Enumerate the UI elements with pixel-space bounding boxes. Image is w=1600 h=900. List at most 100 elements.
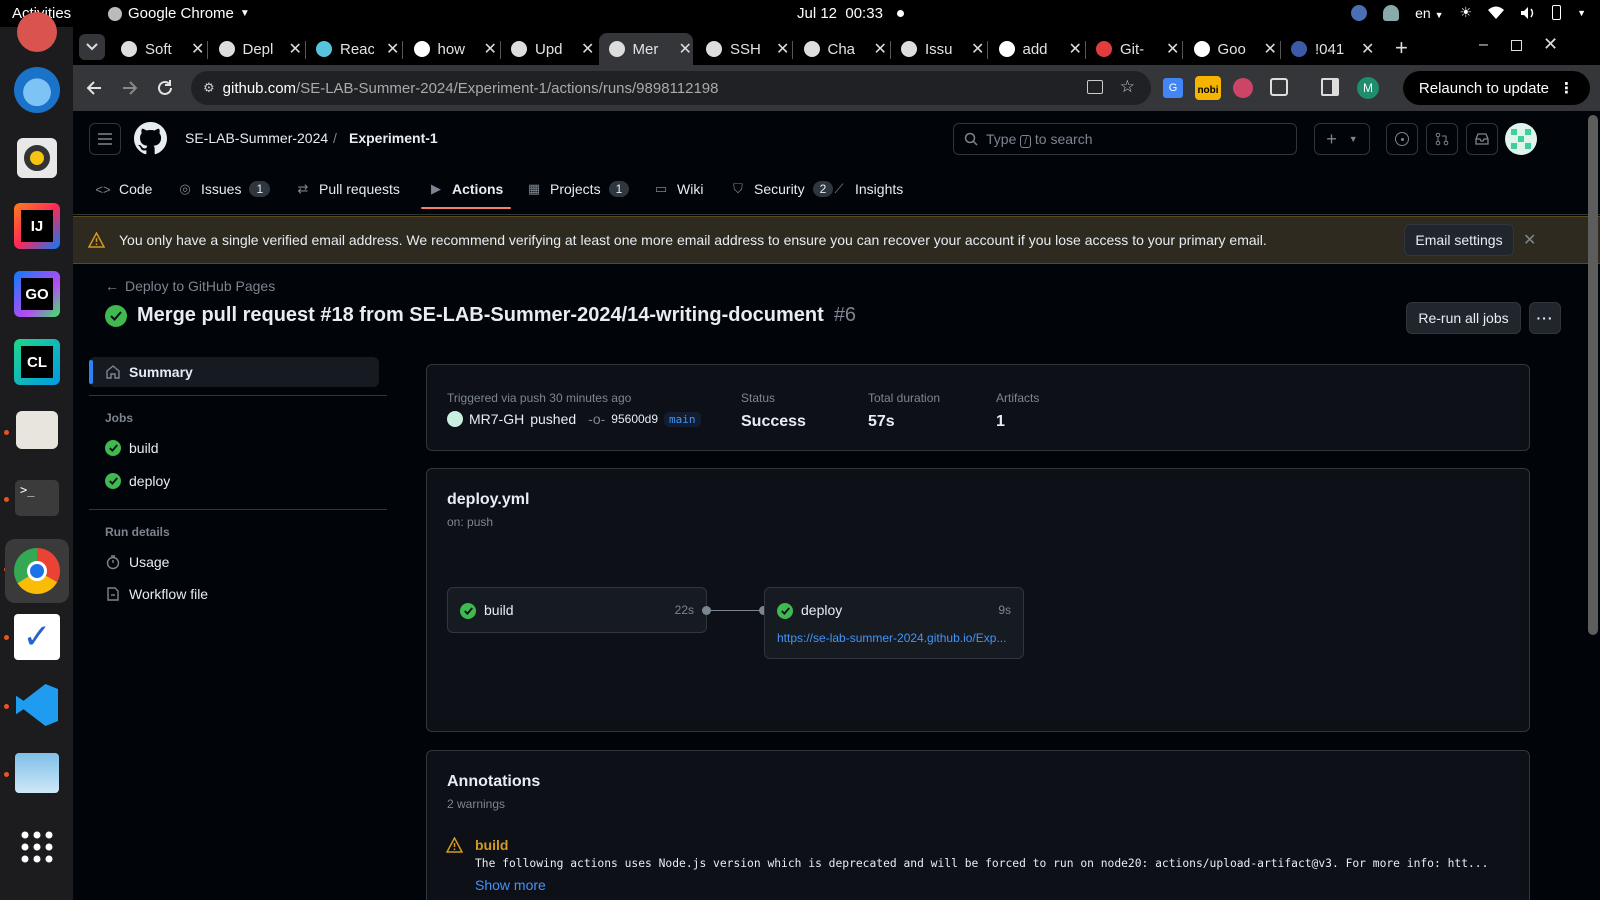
tab-close-icon[interactable]: ✕ <box>1069 39 1082 59</box>
dock-item-todo[interactable]: ✓ <box>10 610 64 664</box>
create-new-button[interactable]: + ▼ <box>1314 123 1370 155</box>
show-apps-button[interactable] <box>10 820 64 874</box>
dock-item-thunderbird[interactable] <box>10 63 64 117</box>
tab-close-icon[interactable]: ✕ <box>971 39 984 59</box>
browser-tab[interactable]: Goo ✕ <box>1184 33 1278 65</box>
reload-icon[interactable] <box>155 78 175 98</box>
repo-tab-pull-requests[interactable]: ⇄ Pull requests <box>295 173 400 205</box>
browser-tab[interactable]: Mer ✕ <box>598 33 693 65</box>
translate-extension-icon[interactable]: G <box>1163 78 1183 98</box>
minimize-button[interactable]: – <box>1479 36 1488 54</box>
restore-button[interactable] <box>1511 40 1522 51</box>
app-menu[interactable]: Google Chrome ▼ <box>108 5 250 22</box>
nobi-extension-icon[interactable]: nobi <box>1195 76 1221 100</box>
browser-tab[interactable]: how ✕ <box>404 33 498 65</box>
dock-item-goland[interactable]: GO <box>10 267 64 321</box>
actor-link[interactable]: MR7-GH <box>469 411 524 427</box>
browser-tab[interactable]: Issu ✕ <box>891 33 985 65</box>
browser-tab[interactable]: add ✕ <box>989 33 1083 65</box>
show-more-link[interactable]: Show more <box>475 877 546 893</box>
artifacts-value[interactable]: 1 <box>996 413 1005 431</box>
menu-button[interactable] <box>89 123 121 155</box>
repo-name-link[interactable]: Experiment-1 <box>349 130 438 146</box>
annotation-job-link[interactable]: build <box>475 837 508 853</box>
browser-tab[interactable]: Soft ✕ <box>111 33 205 65</box>
address-bar[interactable]: ⚙ github.com/SE-LAB-Summer-2024/Experime… <box>191 71 1151 105</box>
close-icon[interactable]: ✕ <box>1523 230 1536 250</box>
sidebar-job-build[interactable]: build <box>89 433 379 463</box>
job-deploy[interactable]: deploy 9s https://se-lab-summer-2024.git… <box>764 587 1024 659</box>
page-scrollbar[interactable] <box>1588 115 1598 635</box>
browser-tab[interactable]: Reac ✕ <box>306 33 400 65</box>
system-menu-caret-icon[interactable]: ▼ <box>1577 8 1586 18</box>
job-build[interactable]: build 22s <box>447 587 707 633</box>
repo-tab-code[interactable]: <> Code <box>95 173 152 205</box>
rerun-all-jobs-button[interactable]: Re-run all jobs <box>1406 302 1521 334</box>
repo-tab-projects[interactable]: ▦ Projects 1 <box>526 173 630 205</box>
workflow-file-name[interactable]: deploy.yml <box>447 491 529 509</box>
dock-item-clion[interactable]: CL <box>10 335 64 389</box>
more-options-button[interactable]: ··· <box>1529 302 1561 334</box>
repo-tab-wiki[interactable]: ▭ Wiki <box>653 173 704 205</box>
duration-value[interactable]: 57s <box>868 413 895 431</box>
browser-tab[interactable]: !041 ✕ <box>1281 33 1375 65</box>
extension-icon[interactable] <box>1233 78 1253 98</box>
puzzle-extensions-icon[interactable] <box>1270 78 1288 96</box>
dock-item-intellij[interactable]: IJ <box>10 199 64 253</box>
repo-tab-insights[interactable]: ⟋ Insights <box>831 173 903 205</box>
search-input[interactable]: Type / to search <box>953 123 1297 155</box>
deploy-url-link[interactable]: https://se-lab-summer-2024.github.io/Exp… <box>777 631 1006 645</box>
tab-close-icon[interactable]: ✕ <box>289 39 302 59</box>
browser-tab[interactable]: Upd ✕ <box>501 33 595 65</box>
repo-owner-link[interactable]: SE-LAB-Summer-2024 <box>185 130 328 146</box>
dock-item-terminal[interactable]: >_ <box>10 471 64 525</box>
side-panel-icon[interactable] <box>1321 78 1339 96</box>
back-to-workflow-link[interactable]: ← Deploy to GitHub Pages <box>105 278 275 294</box>
browser-tab[interactable]: Git- ✕ <box>1086 33 1180 65</box>
browser-tab[interactable]: Depl ✕ <box>209 33 303 65</box>
branch-label[interactable]: main <box>664 411 701 427</box>
language-indicator[interactable]: en ▼ <box>1415 5 1443 21</box>
inbox-button[interactable] <box>1466 123 1498 155</box>
bookmark-star-icon[interactable]: ☆ <box>1120 77 1135 97</box>
tab-close-icon[interactable]: ✕ <box>679 39 692 59</box>
sidebar-job-deploy[interactable]: deploy <box>89 466 379 496</box>
tab-close-icon[interactable]: ✕ <box>1361 39 1374 59</box>
tab-close-icon[interactable]: ✕ <box>874 39 887 59</box>
install-app-icon[interactable] <box>1087 80 1103 94</box>
back-icon[interactable] <box>85 78 105 98</box>
tab-close-icon[interactable]: ✕ <box>581 39 594 59</box>
pull-requests-button[interactable] <box>1426 123 1458 155</box>
dock-item-chrome[interactable] <box>5 539 69 603</box>
tab-close-icon[interactable]: ✕ <box>484 39 497 59</box>
dock-item-files[interactable] <box>10 403 64 457</box>
sidebar-item-usage[interactable]: Usage <box>89 547 379 577</box>
site-info-icon[interactable]: ⚙ <box>203 80 215 96</box>
tab-close-icon[interactable]: ✕ <box>386 39 399 59</box>
repo-tab-issues[interactable]: ◎ Issues 1 <box>177 173 271 205</box>
commit-sha-link[interactable]: 95600d9 <box>611 412 658 426</box>
tab-close-icon[interactable]: ✕ <box>1264 39 1277 59</box>
dock-item-rhythmbox[interactable] <box>10 131 64 185</box>
sidebar-item-workflow-file[interactable]: Workflow file <box>89 579 379 609</box>
sidebar-item-summary[interactable]: Summary <box>89 357 379 387</box>
tab-search-button[interactable] <box>79 34 105 60</box>
relaunch-button[interactable]: Relaunch to update ⋮ <box>1402 71 1590 105</box>
tab-close-icon[interactable]: ✕ <box>191 39 204 59</box>
repo-tab-security[interactable]: ⛉ Security 2 <box>730 173 834 205</box>
dock-item-rhythmbox-top[interactable] <box>10 5 64 59</box>
github-logo-icon[interactable] <box>134 122 167 155</box>
repo-tab-actions[interactable]: ▶ Actions <box>428 173 503 205</box>
issues-button[interactable] <box>1386 123 1418 155</box>
email-settings-button[interactable]: Email settings <box>1404 224 1514 256</box>
dock-item-gimp[interactable] <box>10 746 64 800</box>
system-tray[interactable]: en ▼ ☀ ▼ <box>1351 4 1586 21</box>
user-avatar[interactable] <box>1505 123 1537 155</box>
tab-close-icon[interactable]: ✕ <box>1166 39 1179 59</box>
close-window-button[interactable]: ✕ <box>1543 34 1558 55</box>
dock-item-vscode[interactable] <box>10 678 64 732</box>
forward-icon[interactable] <box>119 78 139 98</box>
browser-tab[interactable]: SSH ✕ <box>696 33 790 65</box>
tab-close-icon[interactable]: ✕ <box>776 39 789 59</box>
profile-avatar[interactable]: M <box>1357 77 1379 99</box>
